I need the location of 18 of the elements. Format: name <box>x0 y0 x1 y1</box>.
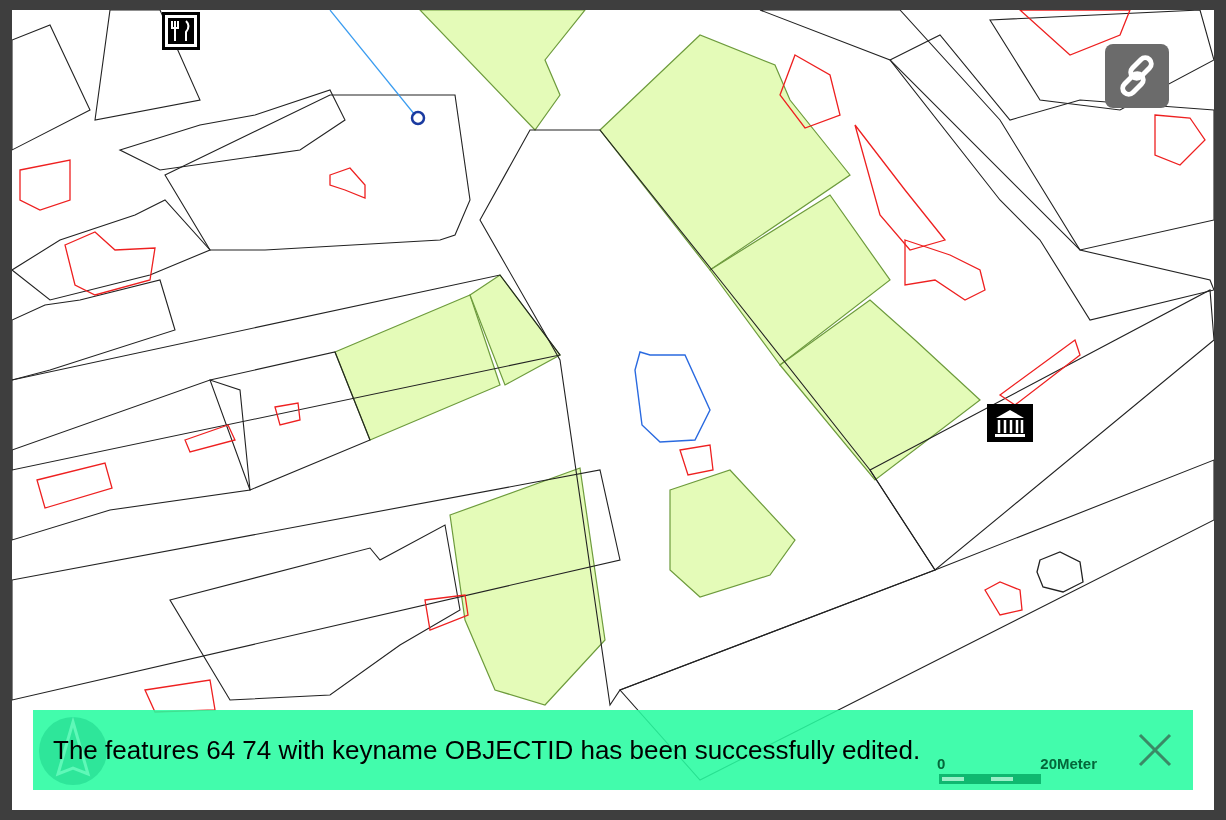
share-link-button[interactable] <box>1105 44 1169 108</box>
close-button[interactable] <box>1137 732 1173 768</box>
building-outline <box>679 444 714 476</box>
scale-label: 20Meter <box>1040 755 1097 772</box>
building-outline <box>984 581 1023 616</box>
museum-icon[interactable] <box>987 404 1033 442</box>
close-icon <box>1137 732 1173 768</box>
building-outline <box>1154 114 1206 166</box>
building-outline <box>424 594 469 631</box>
building-outline <box>329 167 366 199</box>
building-outline <box>19 159 71 211</box>
building-outline <box>1036 551 1084 593</box>
building-outline <box>184 424 236 453</box>
restaurant-icon[interactable] <box>162 12 200 50</box>
scale-bar-icon <box>939 774 1041 784</box>
scale-label: 0 <box>937 755 946 772</box>
notification-message: The features 64 74 with keyname OBJECTID has been successfully edited. <box>53 734 921 766</box>
building-outline <box>274 402 301 426</box>
